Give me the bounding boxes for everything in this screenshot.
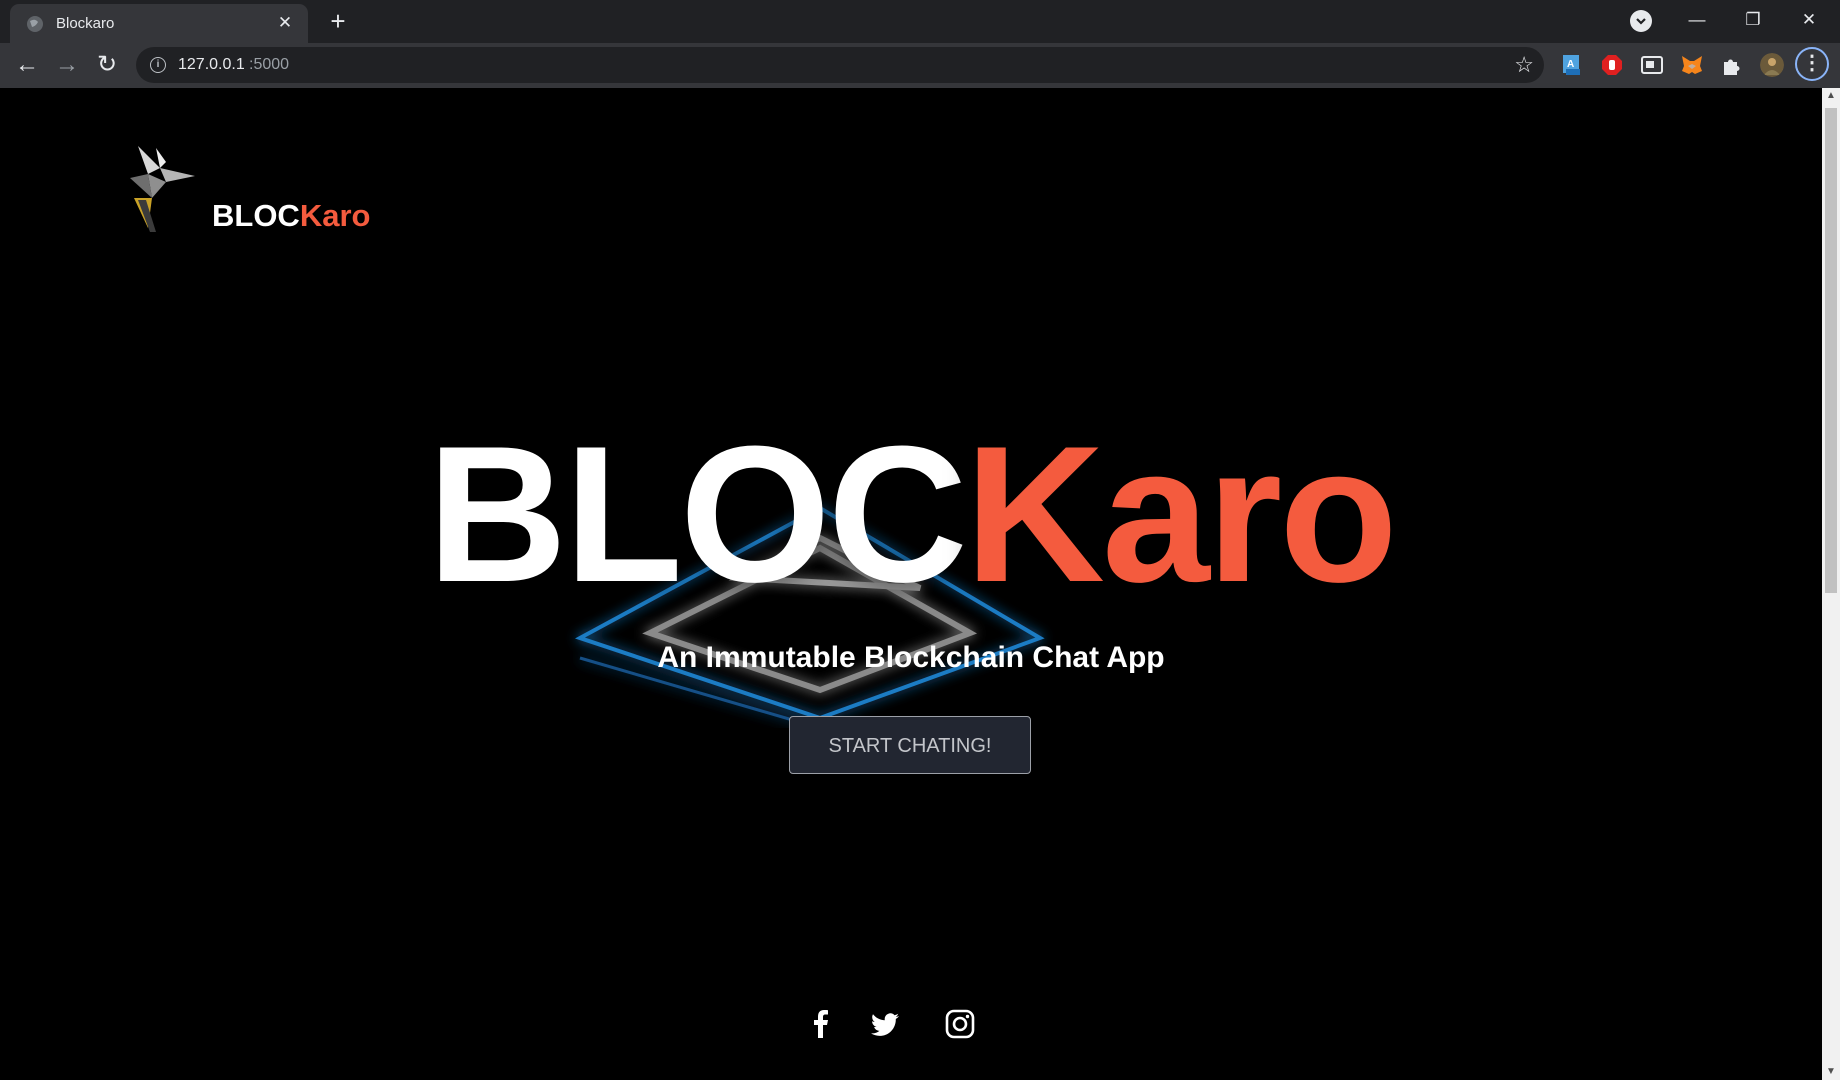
hero-subtitle: An Immutable Blockchain Chat App [657,641,1165,674]
extensions-puzzle-icon[interactable] [1720,53,1744,77]
tab-close-icon[interactable]: ✕ [274,12,296,34]
url-port: :5000 [249,56,290,73]
profile-avatar[interactable] [1760,53,1784,77]
scroll-thumb[interactable] [1825,108,1837,593]
hero-title: BLOCKaro [0,405,1822,625]
adblock-extension-icon[interactable] [1600,53,1624,77]
picture-in-picture-extension-icon[interactable] [1640,53,1664,77]
translate-extension-icon[interactable]: A [1560,53,1584,77]
new-tab-button[interactable]: + [323,7,353,37]
bookmark-star-icon[interactable]: ☆ [1514,52,1534,78]
url-host: 127.0.0.1 [178,56,245,73]
page-content: BLOCKaro BLOCKaro An Immutable Blockchai… [0,88,1822,1080]
browser-tab-bar: Blockaro ✕ + — ❐ ✕ [0,0,1840,43]
start-chatting-button[interactable]: START CHATING! [789,716,1031,774]
tab-search-button[interactable] [1630,10,1652,32]
minimize-button[interactable]: — [1675,6,1719,34]
instagram-icon[interactable] [944,1008,976,1040]
restore-button[interactable]: ❐ [1731,6,1775,34]
facebook-icon[interactable] [805,1008,837,1040]
scroll-up-icon[interactable]: ▲ [1822,88,1840,104]
browser-menu-button[interactable]: ⋮ [1795,47,1829,81]
hero-title-part2: Karo [964,406,1398,623]
header-brand-part1: BLOC [212,198,300,233]
page-scrollbar[interactable]: ▲ ▼ [1822,88,1840,1080]
browser-toolbar: ← → ↻ i 127.0.0.1 :5000 ☆ A ⋮ [0,43,1840,88]
reload-button[interactable]: ↻ [91,49,123,81]
scroll-down-icon[interactable]: ▼ [1822,1064,1840,1080]
origami-bird-logo [130,146,195,232]
browser-tab[interactable]: Blockaro ✕ [10,4,308,43]
svg-text:A: A [1567,59,1574,70]
hero-title-part1: BLOC [427,406,968,623]
chevron-down-icon [1636,18,1646,25]
forward-button[interactable]: → [51,49,83,81]
back-button[interactable]: ← [11,49,43,81]
metamask-extension-icon[interactable] [1680,53,1704,77]
address-bar[interactable]: i 127.0.0.1 :5000 ☆ [136,47,1544,83]
header-brand-part2: Karo [299,198,371,233]
twitter-icon[interactable] [869,1008,901,1040]
tab-title: Blockaro [56,15,115,32]
close-window-button[interactable]: ✕ [1787,6,1831,34]
header-brand[interactable]: BLOCKaro [212,198,370,234]
globe-icon [27,16,43,32]
info-icon[interactable]: i [150,57,166,73]
